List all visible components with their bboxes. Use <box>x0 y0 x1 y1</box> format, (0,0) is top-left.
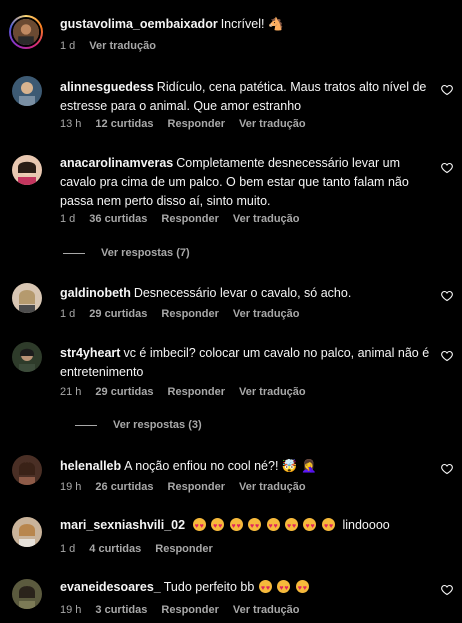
replies-divider <box>75 424 97 426</box>
avatar[interactable] <box>12 342 42 372</box>
avatar[interactable] <box>12 579 42 609</box>
avatar[interactable] <box>12 155 42 185</box>
reply-button[interactable]: Responder <box>161 604 218 616</box>
heart-eyes-emoji-icon <box>303 517 317 536</box>
like-count[interactable]: 29 curtidas <box>89 308 147 320</box>
comment-body: alinnesguedess Ridículo, cena patética. M… <box>60 78 432 116</box>
comment-body: helenalleb A noção enfiou no cool né?! 🤯 … <box>60 457 432 476</box>
translate-link[interactable]: Ver tradução <box>239 481 306 493</box>
heart-eyes-emoji-icon <box>248 517 262 536</box>
like-count[interactable]: 4 curtidas <box>89 543 141 555</box>
view-replies-label[interactable]: Ver respostas (7) <box>101 247 190 259</box>
comment-body: str4yheart vc é imbecil? colocar um caval… <box>60 344 432 382</box>
comment-meta: 1 d Ver tradução <box>60 40 170 52</box>
translate-link[interactable]: Ver tradução <box>233 308 300 320</box>
comment-username[interactable]: mari_sexniashvili_02 <box>60 518 185 532</box>
comment-meta: 1 d 36 curtidas Responder Ver tradução <box>60 213 314 225</box>
comment-meta: 13 h 12 curtidas Responder Ver tradução <box>60 118 320 130</box>
heart-eyes-emoji-icon <box>266 517 280 536</box>
reply-button[interactable]: Responder <box>168 118 225 130</box>
comment-body: evaneidesoares_ Tudo perfeito bb <box>60 578 432 598</box>
translate-link[interactable]: Ver tradução <box>239 386 306 398</box>
heart-outline-icon[interactable] <box>441 84 453 96</box>
reply-button[interactable]: Responder <box>161 308 218 320</box>
avatar[interactable] <box>12 76 42 106</box>
comment-text: lindoooo <box>342 518 390 532</box>
heart-outline-icon[interactable] <box>441 584 453 596</box>
reply-button[interactable]: Responder <box>161 213 218 225</box>
comment-body: anacarolinamveras Completamente desnecess… <box>60 154 432 211</box>
comment-meta: 19 h 26 curtidas Responder Ver tradução <box>60 481 320 493</box>
comment-username[interactable]: str4yheart <box>60 346 120 360</box>
comment-body: galdinobeth Desnecessário levar o cavalo,… <box>60 284 432 303</box>
heart-outline-icon[interactable] <box>441 463 453 475</box>
comment-username[interactable]: helenalleb <box>60 459 121 473</box>
comment-time: 1 d <box>60 40 76 52</box>
heart-outline-icon[interactable] <box>441 350 453 362</box>
heart-eyes-emoji-icon <box>321 517 335 536</box>
heart-eyes-emoji-icon <box>285 517 298 536</box>
comment-text: Desnecessário levar o cavalo, só acho. <box>133 286 352 300</box>
avatar[interactable] <box>12 455 42 485</box>
comment-text: A noção enfiou no cool né?! 🤯 🤦‍♀️ <box>124 459 317 473</box>
heart-eyes-emoji-icon <box>211 517 225 536</box>
view-replies-button[interactable]: Ver respostas (7) <box>63 247 190 259</box>
replies-divider <box>63 252 85 254</box>
comment-time: 19 h <box>60 604 82 616</box>
heart-outline-icon[interactable] <box>441 290 453 302</box>
comment-meta: 1 d 29 curtidas Responder Ver tradução <box>60 308 314 320</box>
view-replies-button[interactable]: Ver respostas (3) <box>75 419 202 431</box>
comment-time: 1 d <box>60 543 76 555</box>
comment-username[interactable]: alinnesguedess <box>60 80 154 94</box>
avatar[interactable] <box>12 283 42 313</box>
heart-outline-icon[interactable] <box>441 162 453 174</box>
avatar[interactable] <box>12 517 42 547</box>
heart-eyes-emoji-icon <box>295 579 309 598</box>
comment-username[interactable]: gustavolima_oembaixador <box>60 17 218 31</box>
reply-button[interactable]: Responder <box>168 386 225 398</box>
comment-body: gustavolima_oembaixador Incrível! 🐴 <box>60 15 432 34</box>
like-count[interactable]: 29 curtidas <box>95 386 153 398</box>
comment-time: 1 d <box>60 213 76 225</box>
reply-button[interactable]: Responder <box>168 481 225 493</box>
comment-username[interactable]: evaneidesoares_ <box>60 580 161 594</box>
view-replies-label[interactable]: Ver respostas (3) <box>113 419 202 431</box>
heart-eyes-emoji-row <box>192 517 340 536</box>
translate-link[interactable]: Ver tradução <box>239 118 306 130</box>
comment-username[interactable]: galdinobeth <box>60 286 131 300</box>
comment-text: Incrível! 🐴 <box>220 17 284 31</box>
heart-eyes-emoji-icon <box>258 579 272 598</box>
comment-text: Tudo perfeito bb <box>163 580 255 594</box>
like-count[interactable]: 3 curtidas <box>95 604 147 616</box>
heart-eyes-emoji-icon <box>192 517 206 536</box>
translate-link[interactable]: Ver tradução <box>233 213 300 225</box>
like-count[interactable]: 26 curtidas <box>95 481 153 493</box>
heart-eyes-emoji-icon <box>277 579 291 598</box>
comment-username[interactable]: anacarolinamveras <box>60 156 173 170</box>
translate-link[interactable]: Ver tradução <box>89 40 156 52</box>
translate-link[interactable]: Ver tradução <box>233 604 300 616</box>
reply-button[interactable]: Responder <box>155 543 212 555</box>
comment-meta: 21 h 29 curtidas Responder Ver tradução <box>60 386 320 398</box>
comment-time: 21 h <box>60 386 82 398</box>
avatar[interactable] <box>9 15 43 49</box>
heart-eyes-emoji-icon <box>229 517 243 536</box>
comment-time: 1 d <box>60 308 76 320</box>
comment-time: 19 h <box>60 481 82 493</box>
like-count[interactable]: 12 curtidas <box>95 118 153 130</box>
comment-body: mari_sexniashvili_02 lindoooo <box>60 516 432 536</box>
comment-meta: 1 d 4 curtidas Responder <box>60 543 227 555</box>
like-count[interactable]: 36 curtidas <box>89 213 147 225</box>
comment-time: 13 h <box>60 118 82 130</box>
comment-meta: 19 h 3 curtidas Responder Ver tradução <box>60 604 314 616</box>
